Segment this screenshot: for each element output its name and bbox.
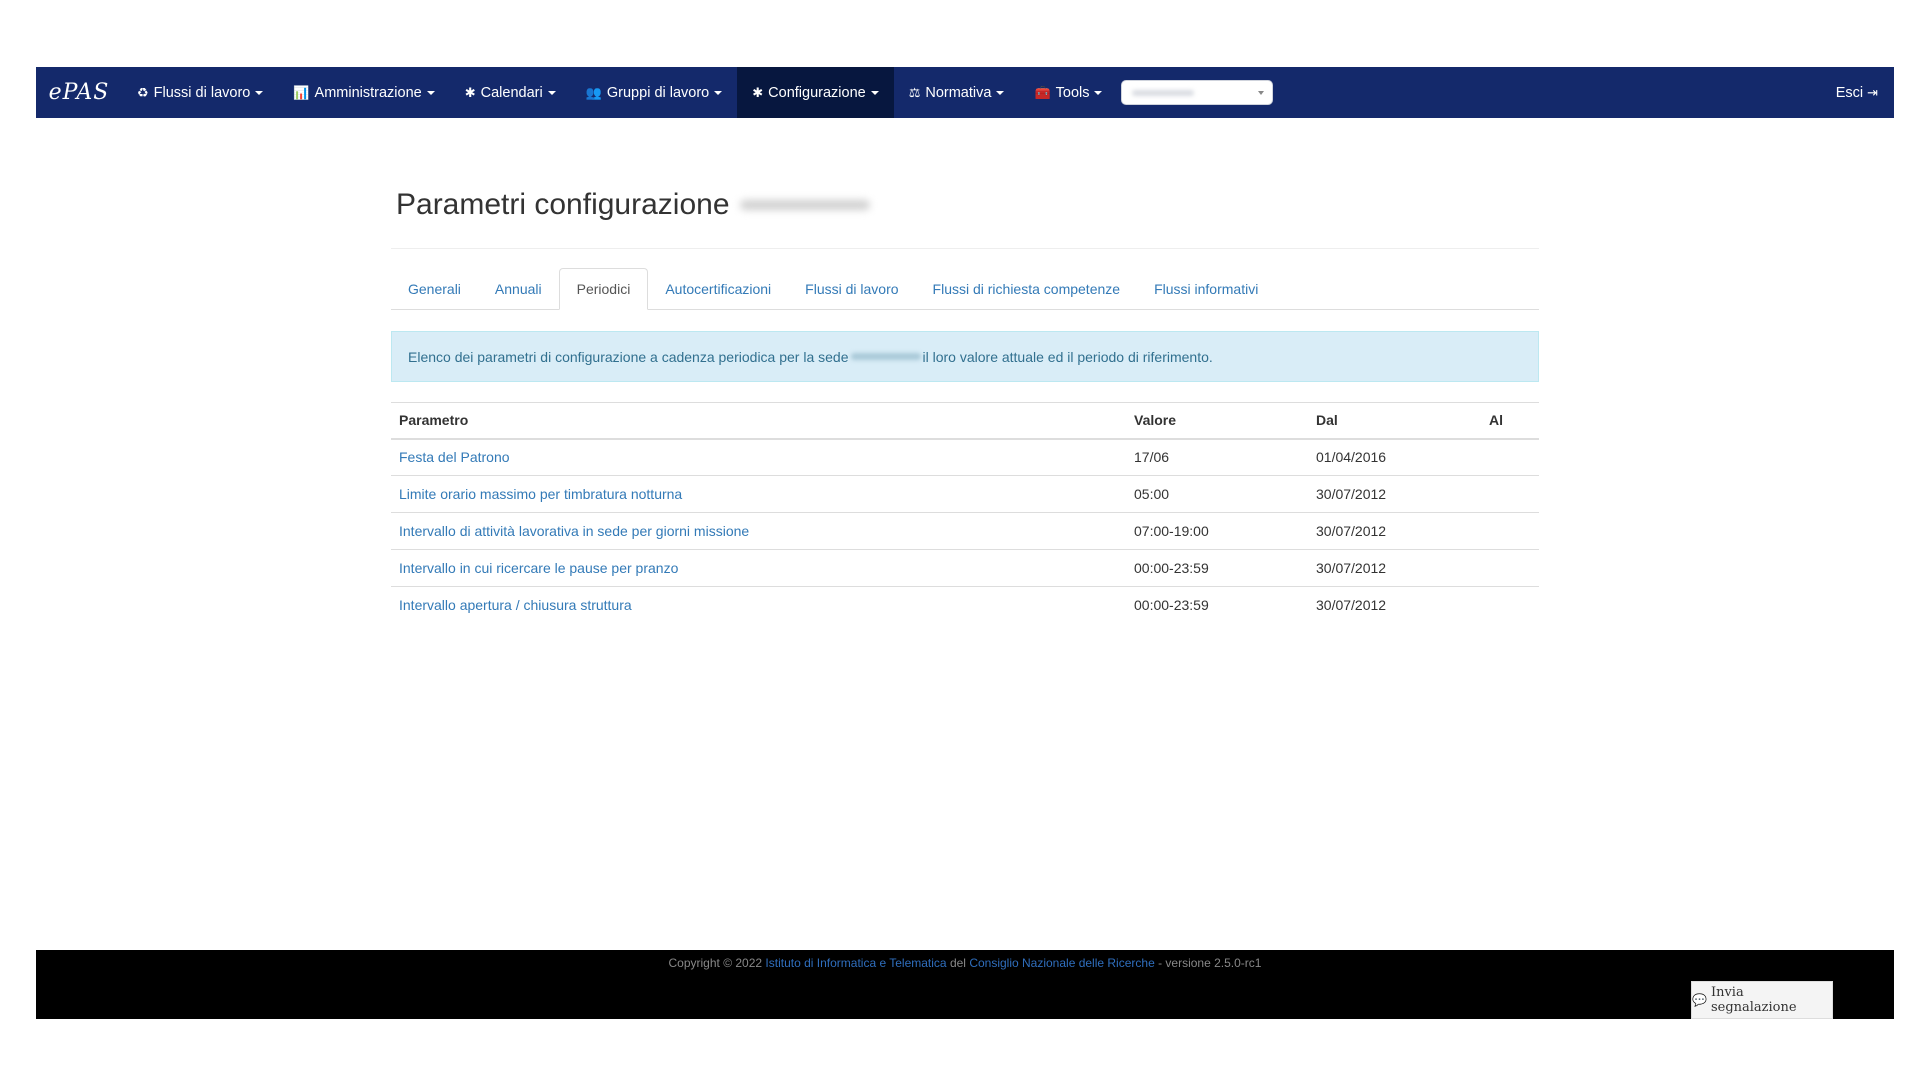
nav-label: Normativa xyxy=(925,84,992,101)
param-to xyxy=(1481,549,1539,587)
tab-generali[interactable]: Generali xyxy=(391,269,478,309)
footer-copyright: Copyright © 2022 Istituto di Informatica… xyxy=(36,956,1894,970)
tab-flussi-di-lavoro[interactable]: Flussi di lavoro xyxy=(788,269,915,309)
parameters-table: Parametro Valore Dal Al Festa del Patron… xyxy=(391,402,1539,624)
institute-link[interactable]: Istituto di Informatica e Telematica xyxy=(765,956,946,970)
param-from: 30/07/2012 xyxy=(1308,475,1481,513)
main-content: Parametri configurazione Generali Annual… xyxy=(391,160,1539,624)
tab-periodici[interactable]: Periodici xyxy=(558,268,649,310)
caret-down-icon xyxy=(547,90,556,95)
param-link[interactable]: Limite orario massimo per timbratura not… xyxy=(391,475,1126,513)
param-value: 07:00-19:00 xyxy=(1126,512,1308,550)
redacted-office-name xyxy=(739,200,870,210)
page-title: Parametri configurazione xyxy=(396,180,1539,230)
council-link[interactable]: Consiglio Nazionale delle Ricerche xyxy=(969,956,1154,970)
send-report-label: Invia segnalazione xyxy=(1710,985,1797,1015)
param-from: 01/04/2016 xyxy=(1308,438,1481,476)
caret-down-icon xyxy=(996,90,1005,95)
table-header-row: Parametro Valore Dal Al xyxy=(391,402,1539,440)
nav-label: Configurazione xyxy=(768,84,866,101)
copyright-text: Copyright © 2022 xyxy=(668,956,763,970)
tab-flussi-informativi[interactable]: Flussi informativi xyxy=(1137,269,1275,309)
page-title-text: Parametri configurazione xyxy=(396,188,730,221)
caret-down-icon xyxy=(1094,90,1103,95)
footer: Copyright © 2022 Istituto di Informatica… xyxy=(36,950,1894,1019)
caret-down-icon xyxy=(255,90,264,95)
bar-chart-icon: 📊 xyxy=(293,84,310,100)
header-valore: Valore xyxy=(1126,402,1308,440)
table-row: Festa del Patrono 17/06 01/04/2016 xyxy=(391,438,1539,476)
nav-label: Flussi di lavoro xyxy=(153,84,251,101)
caret-down-icon xyxy=(870,90,879,95)
users-icon: 👥 xyxy=(585,84,602,100)
nav-label: Calendari xyxy=(480,84,543,101)
nav-tools[interactable]: 🧰 Tools xyxy=(1019,67,1117,118)
nav-configurazione[interactable]: ✱ Configurazione xyxy=(737,67,894,118)
nav-label: Amministrazione xyxy=(314,84,422,101)
config-tabs: Generali Annuali Periodici Autocertifica… xyxy=(391,268,1539,310)
param-value: 05:00 xyxy=(1126,475,1308,513)
param-link[interactable]: Intervallo apertura / chiusura struttura xyxy=(391,587,1126,624)
header-parametro: Parametro xyxy=(391,402,1126,440)
table-row: Intervallo apertura / chiusura struttura… xyxy=(391,587,1539,624)
param-from: 30/07/2012 xyxy=(1308,549,1481,587)
param-from: 30/07/2012 xyxy=(1308,512,1481,550)
sign-out-icon: ⇥ xyxy=(1867,84,1878,100)
nav-amministrazione[interactable]: 📊 Amministrazione xyxy=(278,67,449,118)
param-value: 00:00-23:59 xyxy=(1126,549,1308,587)
redacted-office-name xyxy=(1132,90,1195,96)
table-row: Intervallo in cui ricercare le pause per… xyxy=(391,549,1539,587)
page: ePAS ♻ Flussi di lavoro 📊 Amministrazion… xyxy=(0,0,1920,1080)
version-text: - versione 2.5.0-rc1 xyxy=(1158,956,1262,970)
recycle-icon: ♻ xyxy=(137,84,149,100)
nav-label: Tools xyxy=(1055,84,1090,101)
tab-annuali[interactable]: Annuali xyxy=(478,269,559,309)
tab-flussi-richiesta-competenze[interactable]: Flussi di richiesta competenze xyxy=(916,269,1138,309)
caret-down-icon xyxy=(426,90,435,95)
alert-text-before: Elenco dei parametri di configurazione a… xyxy=(408,348,849,365)
logout-link[interactable]: Esci ⇥ xyxy=(1836,67,1894,118)
param-to xyxy=(1481,438,1539,476)
table-row: Limite orario massimo per timbratura not… xyxy=(391,475,1539,513)
param-value: 17/06 xyxy=(1126,438,1308,476)
param-value: 00:00-23:59 xyxy=(1134,597,1209,614)
send-report-button[interactable]: 💬 Invia segnalazione xyxy=(1691,981,1833,1019)
logout-label: Esci xyxy=(1835,84,1864,101)
header-dal: Dal xyxy=(1308,402,1481,440)
gear-icon: ✱ xyxy=(464,84,476,100)
param-to xyxy=(1481,512,1539,550)
nav-gruppi-di-lavoro[interactable]: 👥 Gruppi di lavoro xyxy=(571,67,738,118)
select-arrow-icon xyxy=(1258,91,1265,95)
top-navbar: ePAS ♻ Flussi di lavoro 📊 Amministrazion… xyxy=(36,67,1894,118)
info-alert: Elenco dei parametri di configurazione a… xyxy=(391,331,1539,382)
param-from: 30/07/2012 xyxy=(1316,597,1387,614)
brand-logo[interactable]: ePAS xyxy=(36,67,122,118)
toolbox-icon: 🧰 xyxy=(1034,84,1051,100)
table-row: Intervallo di attività lavorativa in sed… xyxy=(391,512,1539,550)
param-link[interactable]: Festa del Patrono xyxy=(391,438,1126,476)
divider xyxy=(391,248,1539,249)
comments-icon: 💬 xyxy=(1692,993,1707,1007)
redacted-office-name xyxy=(850,353,921,360)
alert-text-after: il loro valore attuale ed il periodo di … xyxy=(922,348,1213,365)
header-al: Al xyxy=(1481,402,1539,440)
caret-down-icon xyxy=(714,90,723,95)
param-link[interactable]: Intervallo in cui ricercare le pause per… xyxy=(391,549,1126,587)
nav-normativa[interactable]: ⚖ Normativa xyxy=(894,67,1020,118)
office-select[interactable] xyxy=(1121,80,1274,105)
param-link[interactable]: Intervallo di attività lavorativa in sed… xyxy=(391,512,1126,550)
param-to xyxy=(1481,475,1539,513)
nav-label: Gruppi di lavoro xyxy=(606,84,710,101)
nav-calendari[interactable]: ✱ Calendari xyxy=(450,67,571,118)
nav-flussi-di-lavoro[interactable]: ♻ Flussi di lavoro xyxy=(122,67,278,118)
footer-del: del xyxy=(949,956,966,970)
tab-autocertificazioni[interactable]: Autocertificazioni xyxy=(648,269,788,309)
gear-icon: ✱ xyxy=(752,84,764,100)
param-to xyxy=(1481,587,1539,624)
balance-scale-icon: ⚖ xyxy=(908,84,921,100)
